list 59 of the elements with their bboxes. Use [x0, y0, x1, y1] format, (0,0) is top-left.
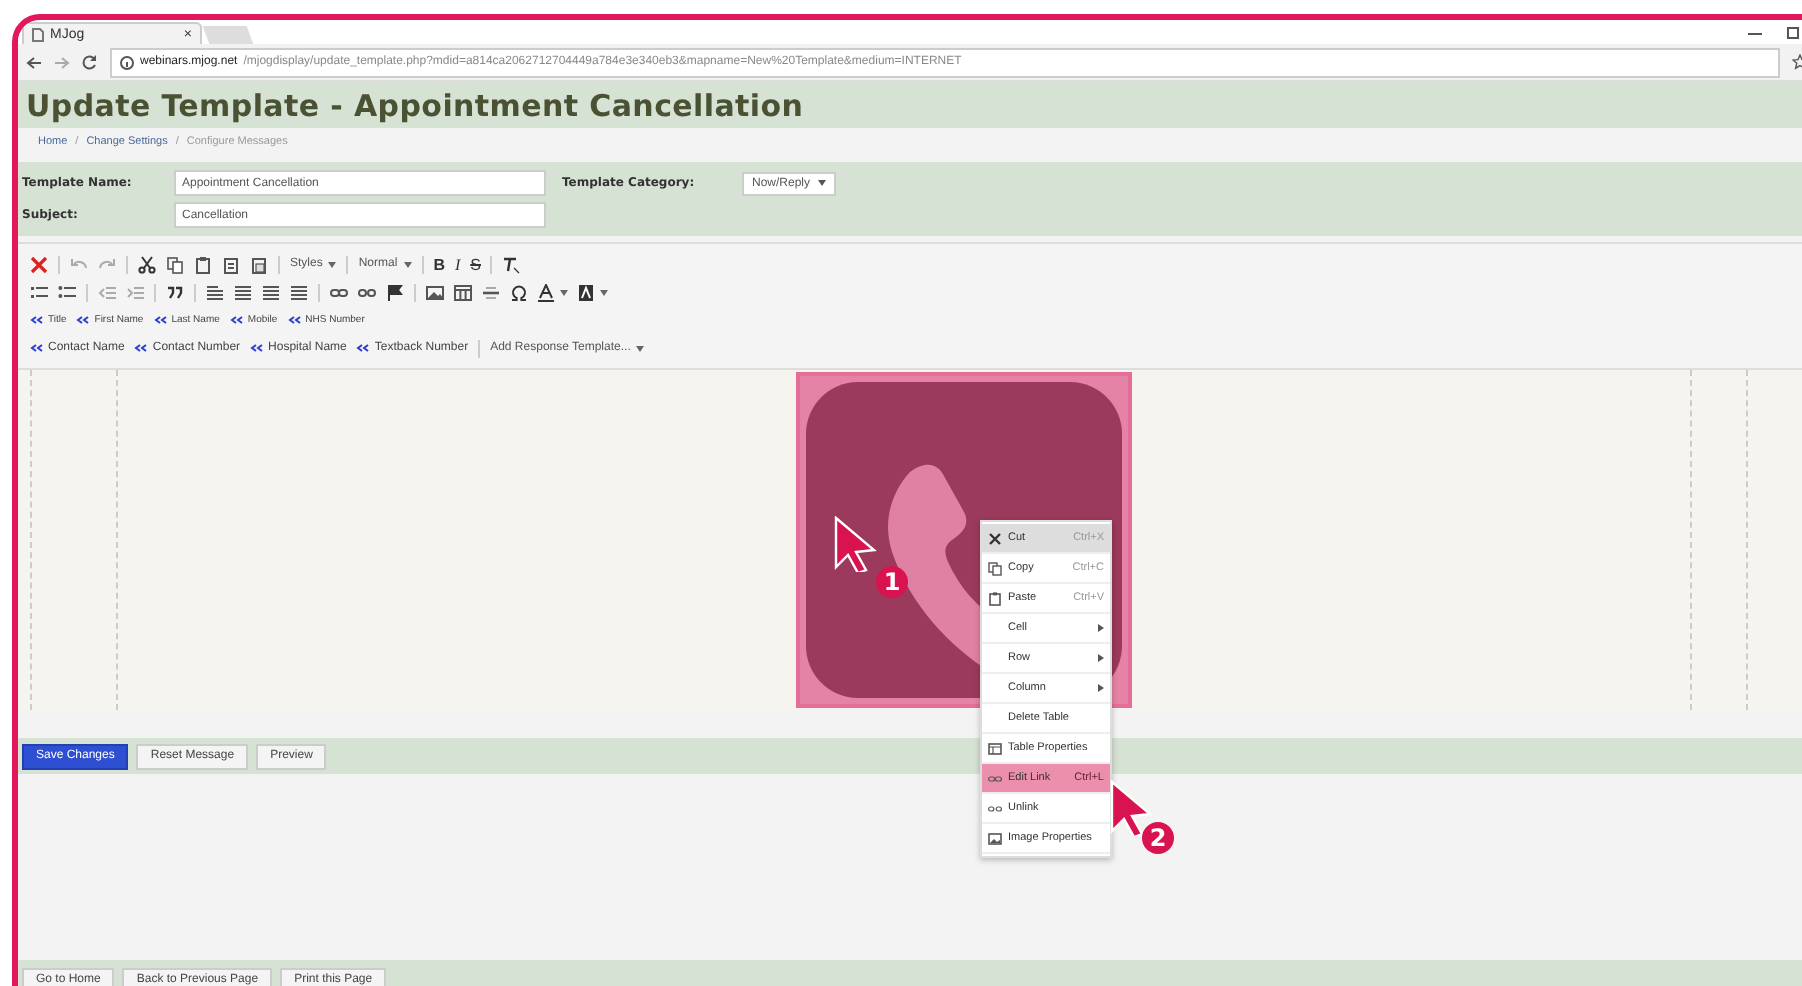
- bullet-list-icon[interactable]: [58, 283, 76, 301]
- align-center-icon[interactable]: [234, 283, 252, 301]
- link-icon: [988, 771, 1002, 785]
- caret-icon: [600, 289, 608, 295]
- info-icon: [120, 55, 134, 69]
- table-icon[interactable]: [454, 283, 472, 301]
- double-chevron-icon: [30, 344, 44, 352]
- text-color-dropdown[interactable]: [538, 283, 568, 301]
- text-color-icon: [538, 283, 554, 301]
- align-left-icon[interactable]: [206, 283, 224, 301]
- editor-area[interactable]: [18, 370, 1802, 710]
- double-chevron-icon: [287, 316, 302, 324]
- clipboard-icon[interactable]: [222, 255, 240, 273]
- link-icon[interactable]: [330, 283, 348, 301]
- table-icon: [988, 741, 1002, 755]
- double-chevron-icon: [153, 316, 168, 324]
- caret-icon: [560, 289, 568, 295]
- image-icon[interactable]: [426, 283, 444, 301]
- clipboard-icon[interactable]: [194, 255, 212, 273]
- clear-format-icon[interactable]: [502, 255, 521, 273]
- quote-icon[interactable]: [166, 283, 184, 301]
- copy-icon[interactable]: [166, 255, 184, 273]
- unlink-icon: [988, 801, 1002, 815]
- caret-icon: [328, 261, 337, 267]
- close-icon[interactable]: [30, 255, 48, 273]
- back-arrow-icon[interactable]: [26, 55, 42, 69]
- submenu-arrow-icon: [1098, 684, 1104, 692]
- omega-icon[interactable]: [510, 283, 528, 301]
- double-chevron-icon: [30, 316, 44, 324]
- caret-icon: [636, 345, 645, 351]
- horizontal-line-icon[interactable]: [482, 283, 500, 301]
- copy-icon: [988, 561, 1002, 575]
- double-chevron-icon: [76, 316, 91, 324]
- reload-icon[interactable]: [82, 54, 98, 70]
- submenu-arrow-icon: [1098, 624, 1104, 632]
- bold-button[interactable]: B: [433, 255, 445, 273]
- flag-icon[interactable]: [386, 283, 404, 301]
- pointer-cursor-icon: [834, 516, 878, 572]
- strikethrough-button[interactable]: S: [470, 255, 481, 273]
- justify-icon[interactable]: [290, 283, 308, 301]
- background-color-dropdown[interactable]: [578, 283, 608, 301]
- double-chevron-icon: [356, 344, 371, 352]
- image-icon: [988, 831, 1002, 845]
- double-chevron-icon: [134, 344, 149, 352]
- double-chevron-icon: [229, 316, 244, 324]
- double-chevron-icon: [250, 344, 265, 352]
- page-icon: [32, 27, 44, 41]
- maximize-icon[interactable]: [1786, 25, 1800, 39]
- caret-icon: [403, 261, 412, 267]
- caret-icon: [818, 180, 827, 186]
- clipboard-icon[interactable]: [250, 255, 268, 273]
- unlink-icon[interactable]: [358, 283, 376, 301]
- italic-button[interactable]: I: [454, 255, 461, 273]
- numbered-list-icon[interactable]: [30, 283, 48, 301]
- clipboard-icon: [988, 591, 1002, 605]
- align-right-icon[interactable]: [262, 283, 280, 301]
- background-color-icon: [578, 283, 594, 301]
- submenu-arrow-icon: [1098, 654, 1104, 662]
- page-title: Update Template - Appointment Cancellation: [26, 88, 806, 124]
